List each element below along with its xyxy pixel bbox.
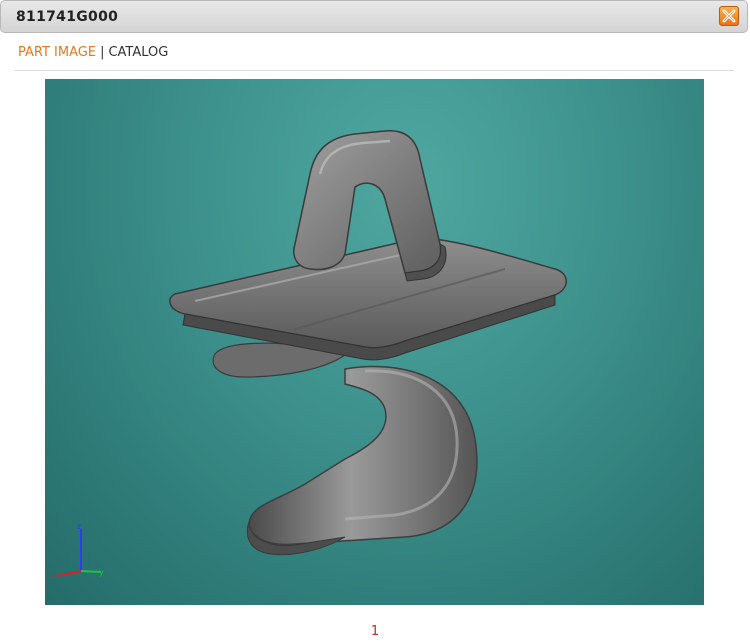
part-plate: [169, 237, 567, 361]
svg-text:y: y: [99, 568, 104, 577]
close-icon: [722, 9, 736, 23]
tab-separator: |: [100, 45, 105, 60]
tab-divider: [14, 70, 734, 71]
part-render: z x y: [50, 130, 567, 580]
window-title: 811741G000: [16, 9, 119, 25]
svg-text:z: z: [77, 522, 81, 531]
part-hook: [212, 342, 478, 556]
close-button[interactable]: [719, 6, 739, 26]
title-bar: 811741G000: [0, 0, 748, 33]
tab-bar: PART IMAGE | CATALOG: [18, 45, 168, 60]
tab-catalog[interactable]: CATALOG: [108, 45, 168, 60]
page-number-link[interactable]: 1: [0, 624, 750, 639]
xyz-axis-triad-icon: z x y: [50, 522, 104, 580]
part-image-window: 811741G000 PART IMAGE | CATALOG z x y 1: [0, 0, 750, 644]
part-3d-viewer[interactable]: z x y: [45, 79, 704, 605]
svg-text:x: x: [50, 571, 55, 580]
tab-part-image[interactable]: PART IMAGE: [18, 45, 96, 60]
